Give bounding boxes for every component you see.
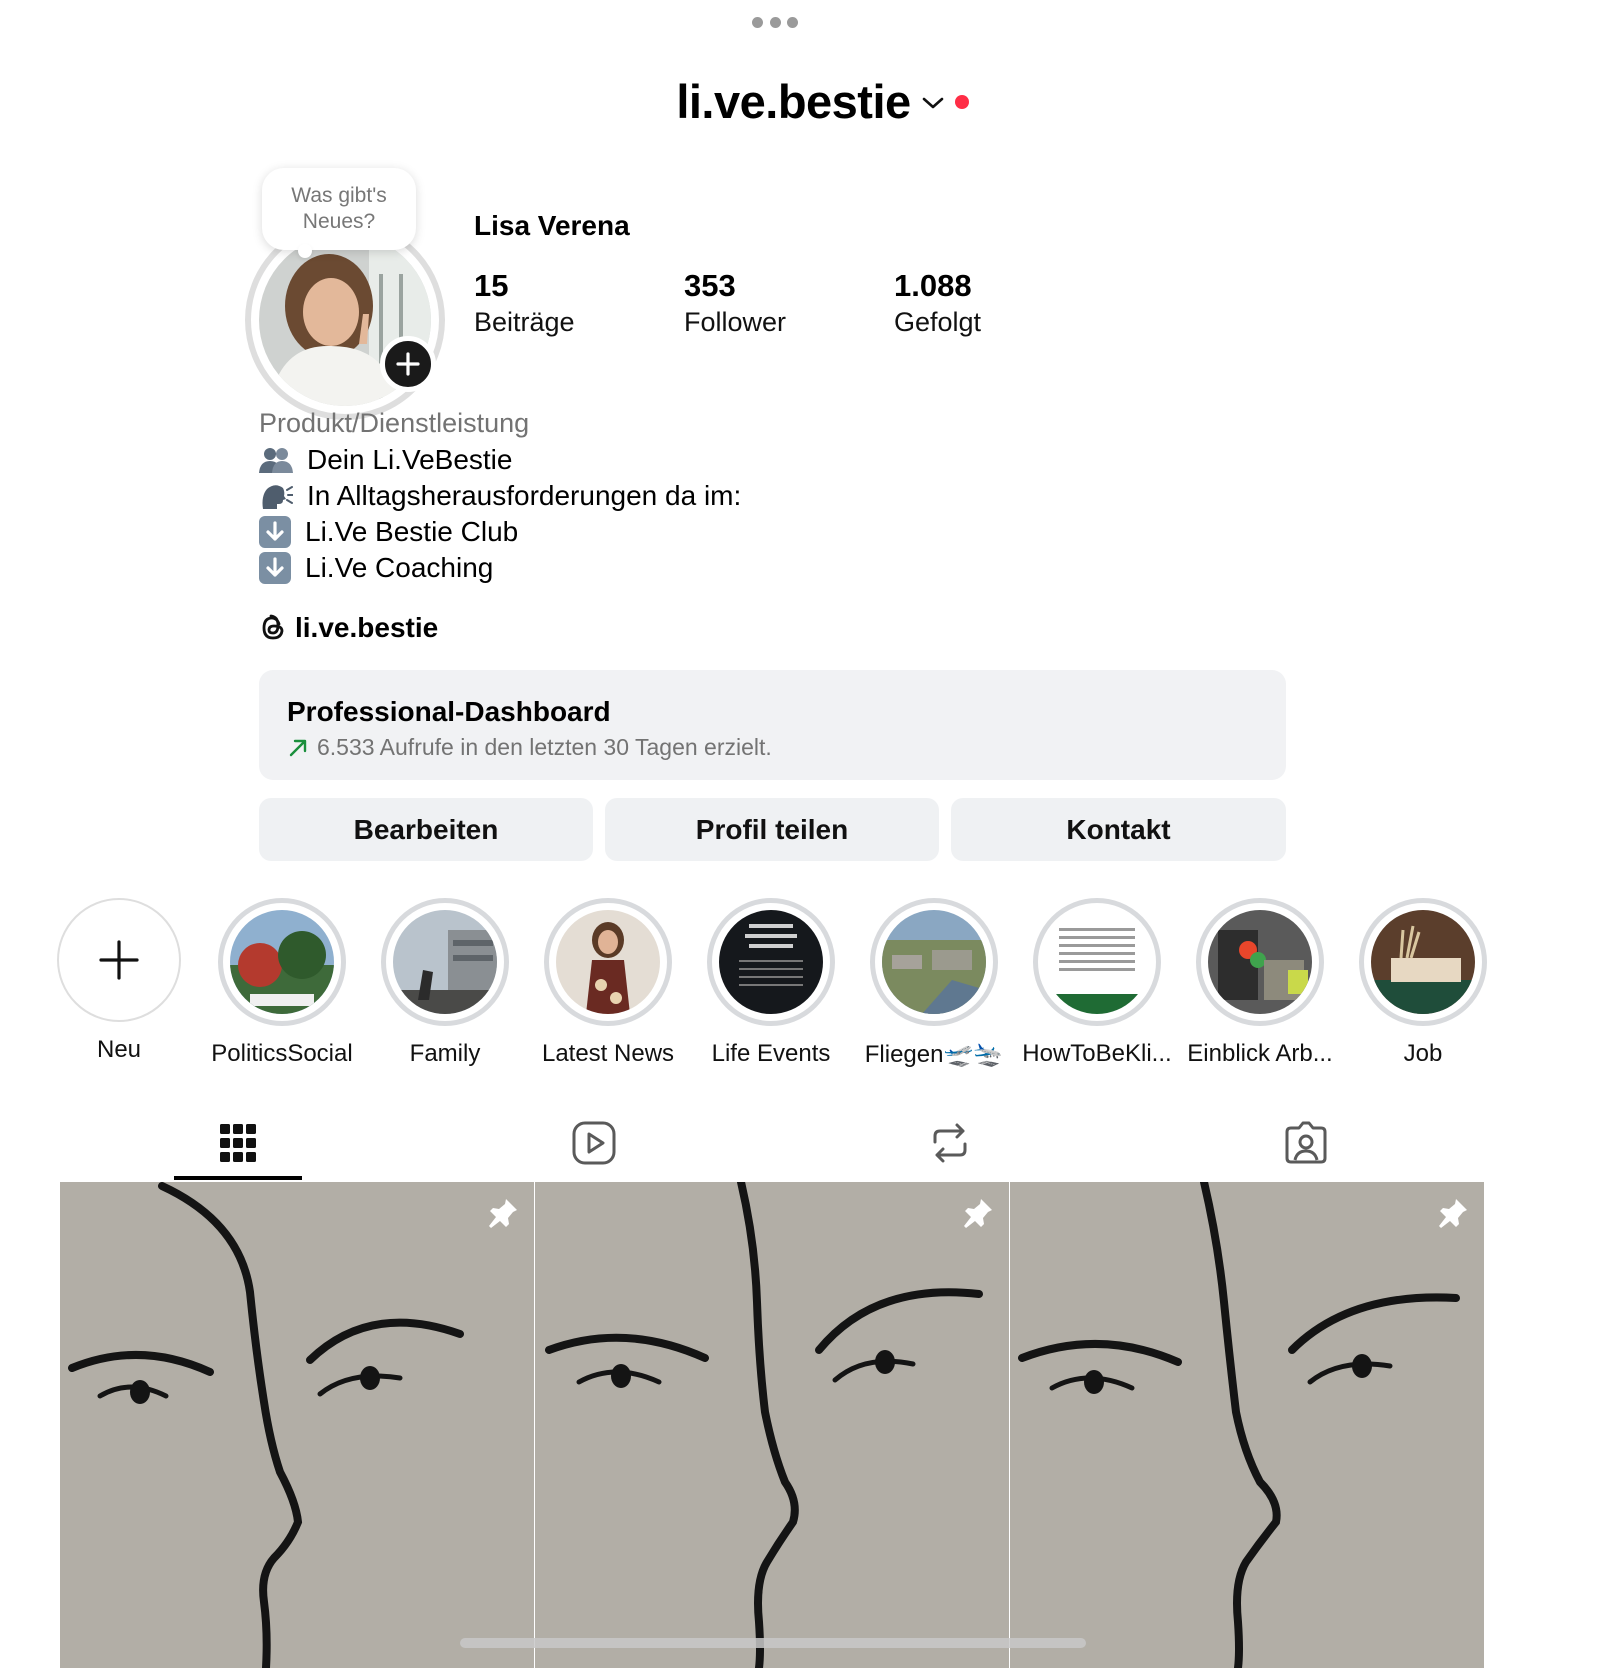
profile-header: li.ve.bestie: [0, 66, 1615, 136]
highlight-cover: [393, 910, 497, 1014]
plus-icon: [99, 940, 139, 980]
tagged-icon: [1285, 1121, 1327, 1164]
note-bubble[interactable]: Was gibt's Neues?: [262, 168, 416, 250]
bio-line: Dein Li.VeBestie: [259, 444, 512, 476]
highlight-ring: [870, 898, 998, 1026]
professional-dashboard[interactable]: Professional-Dashboard 6.533 Aufrufe in …: [259, 670, 1286, 780]
highlight-item[interactable]: Family: [370, 898, 520, 1068]
highlight-item[interactable]: Life Events: [696, 898, 846, 1068]
bio-text: Li.Ve Coaching: [305, 552, 494, 583]
repost-icon: [933, 1123, 967, 1163]
highlight-cover: [719, 910, 823, 1014]
stat-label: Beiträge: [474, 307, 575, 337]
highlight-label: Neu: [96, 1036, 142, 1063]
highlight-label: Einblick Arb...: [1187, 1040, 1333, 1067]
bio-line: Li.Ve Bestie Club: [259, 516, 518, 548]
home-indicator[interactable]: [460, 1638, 1086, 1648]
tab-tagged[interactable]: [1236, 1108, 1376, 1178]
more-dots-icon[interactable]: [752, 16, 798, 28]
post-tile[interactable]: [535, 1182, 1009, 1668]
highlight-cover: [1045, 910, 1149, 1014]
plus-icon: [396, 352, 420, 376]
username-title[interactable]: li.ve.bestie: [676, 74, 911, 129]
stat-value: 353: [684, 268, 736, 303]
pin-icon: [489, 1199, 517, 1228]
category-label: Produkt/Dienstleistung: [259, 408, 530, 438]
reels-icon: [572, 1121, 616, 1165]
highlight-cover: [1208, 910, 1312, 1014]
contact-button[interactable]: Kontakt: [951, 798, 1286, 861]
tab-posts-grid[interactable]: [168, 1108, 308, 1178]
stat-following[interactable]: 1.088 Gefolgt: [894, 268, 981, 340]
tab-reels[interactable]: [524, 1108, 664, 1178]
threads-handle: li.ve.bestie: [295, 612, 439, 643]
trend-up-icon: [289, 739, 307, 756]
highlight-item[interactable]: Einblick Arb...: [1185, 898, 1335, 1068]
post-image: [60, 1182, 534, 1668]
highlight-label: PoliticsSocial: [211, 1040, 353, 1067]
bio-line: Li.Ve Coaching: [259, 552, 493, 584]
post-image: [1010, 1182, 1484, 1668]
highlight-ring: [1033, 898, 1161, 1026]
stat-posts[interactable]: 15 Beiträge: [474, 268, 575, 340]
chevron-down-icon[interactable]: [921, 95, 945, 111]
tab-reposts[interactable]: [880, 1108, 1020, 1178]
highlight-label: HowToBeKli...: [1022, 1040, 1172, 1067]
highlight-label: Latest News: [541, 1040, 675, 1067]
bio-text: Dein Li.VeBestie: [307, 444, 513, 475]
highlight-cover: [1371, 910, 1475, 1014]
full-name: Lisa Verena: [474, 210, 630, 241]
post-image: [535, 1182, 1009, 1668]
highlight-cover: [882, 910, 986, 1014]
highlight-ring: [381, 898, 509, 1026]
highlight-label: Job: [1403, 1040, 1443, 1067]
dashboard-subtitle-text: 6.533 Aufrufe in den letzten 30 Tagen er…: [317, 734, 772, 760]
dashboard-subtitle: 6.533 Aufrufe in den letzten 30 Tagen er…: [287, 734, 1258, 761]
highlight-ring: [544, 898, 672, 1026]
account-switcher[interactable]: li.ve.bestie: [676, 74, 969, 129]
highlight-ring: [218, 898, 346, 1026]
highlight-label: Life Events: [711, 1040, 831, 1067]
highlight-ring: [1196, 898, 1324, 1026]
post-tile[interactable]: [1010, 1182, 1484, 1668]
highlight-item[interactable]: Latest News: [533, 898, 683, 1068]
edit-profile-button[interactable]: Bearbeiten: [259, 798, 593, 861]
bio-line: In Alltagsherausforderungen da im:: [259, 480, 741, 512]
stat-value: 15: [474, 268, 509, 303]
highlight-item[interactable]: Fliegen🛫🛬: [859, 898, 1009, 1069]
stat-value: 1.088: [894, 268, 972, 303]
bio-text: Li.Ve Bestie Club: [305, 516, 519, 547]
down-arrow-icon: [259, 516, 291, 548]
down-arrow-icon: [259, 552, 291, 584]
notification-dot: [954, 95, 969, 109]
highlight-label: Family: [409, 1040, 481, 1067]
highlight-label: Fliegen🛫🛬: [864, 1041, 1004, 1068]
highlight-cover: [556, 910, 660, 1014]
active-tab-indicator: [174, 1176, 302, 1180]
pin-icon: [964, 1199, 992, 1228]
highlight-new[interactable]: Neu: [44, 898, 194, 1064]
people-icon: [259, 446, 293, 474]
add-story-button[interactable]: [380, 336, 436, 392]
pin-icon: [1439, 1199, 1467, 1228]
highlight-item[interactable]: PoliticsSocial: [207, 898, 357, 1068]
bio-text: In Alltagsherausforderungen da im:: [307, 480, 742, 511]
dashboard-title: Professional-Dashboard: [287, 696, 611, 727]
threads-icon: [262, 614, 284, 640]
share-profile-button[interactable]: Profil teilen: [605, 798, 939, 861]
highlight-cover: [230, 910, 334, 1014]
stat-label: Follower: [684, 307, 787, 337]
speaking-head-icon: [259, 482, 293, 510]
highlight-item[interactable]: HowToBeKli...: [1022, 898, 1172, 1068]
threads-link[interactable]: li.ve.bestie: [259, 612, 438, 644]
highlight-item[interactable]: Job: [1348, 898, 1498, 1068]
highlight-ring: [1359, 898, 1487, 1026]
highlight-ring: [707, 898, 835, 1026]
stat-followers[interactable]: 353 Follower: [684, 268, 786, 340]
post-tile[interactable]: [60, 1182, 534, 1668]
new-highlight-circle: [57, 898, 181, 1022]
grid-icon: [220, 1124, 256, 1162]
note-bubble-tail: [298, 244, 312, 258]
stat-label: Gefolgt: [894, 307, 982, 337]
